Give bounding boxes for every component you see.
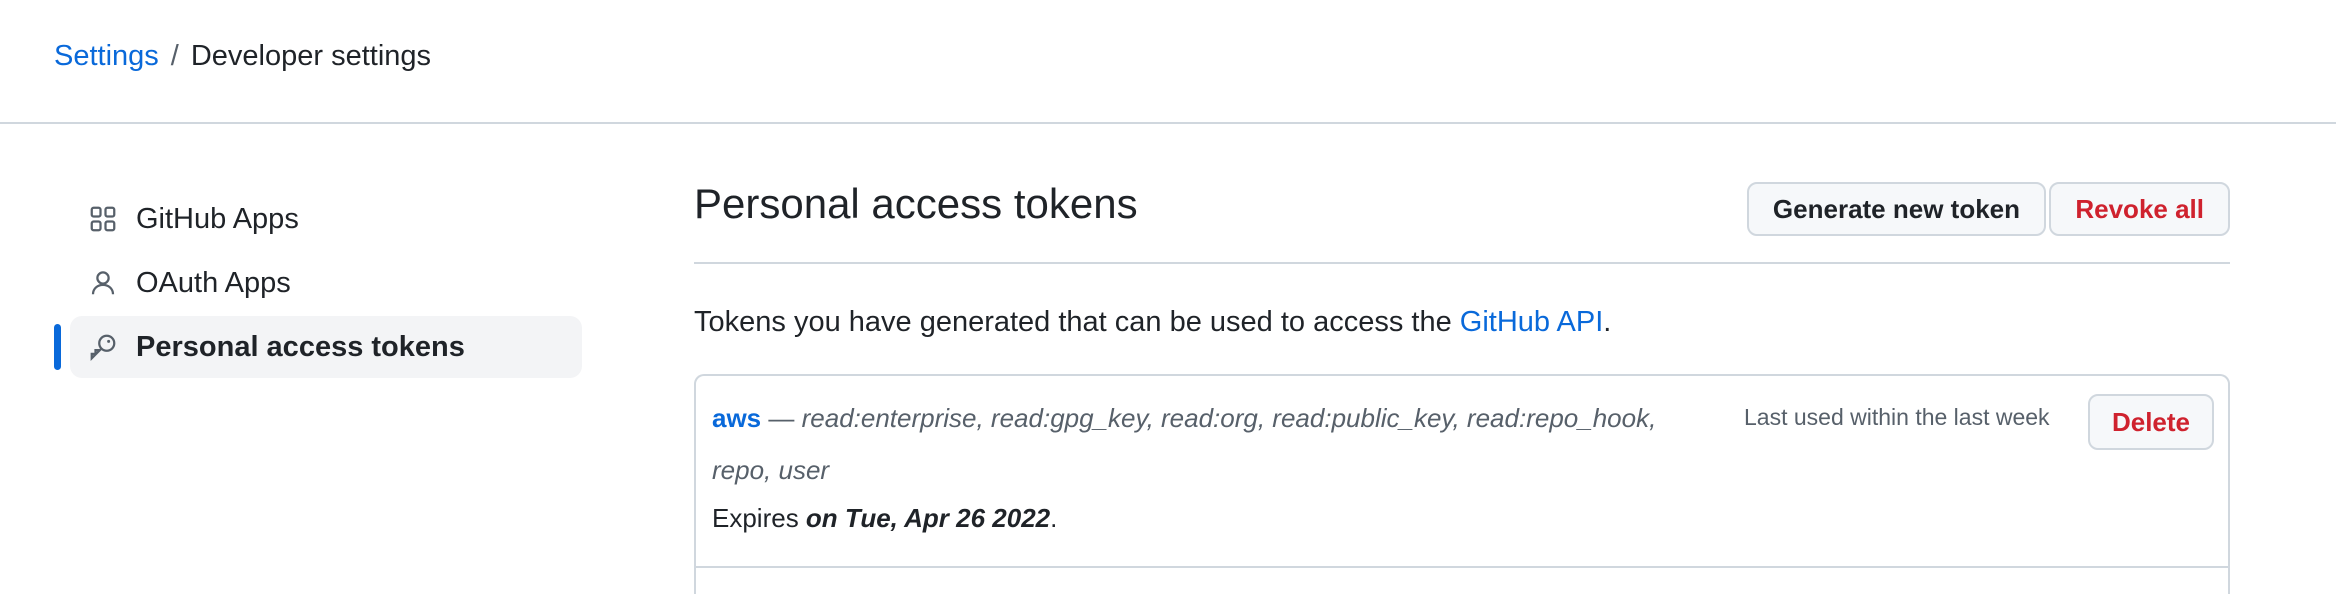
token-scopes: read:enterprise, read:gpg_key, read:org,… xyxy=(712,403,1657,485)
token-expiration: Expires on Tue, Apr 26 2022. xyxy=(712,498,1057,538)
expires-prefix: Expires xyxy=(712,503,806,533)
key-icon xyxy=(88,332,118,362)
token-description: aws — read:enterprise, read:gpg_key, rea… xyxy=(712,392,1712,496)
sidebar-item-label: OAuth Apps xyxy=(136,266,291,299)
token-dash: — xyxy=(761,403,802,433)
token-name-link[interactable]: aws xyxy=(712,403,761,433)
sidebar-item-personal-access-tokens[interactable]: Personal access tokens xyxy=(54,316,582,378)
page-header: Personal access tokens Generate new toke… xyxy=(694,180,2230,264)
top-header: Settings / Developer settings xyxy=(0,0,2336,124)
sidebar: GitHub Apps OAuth Apps Personal access t… xyxy=(54,188,582,380)
breadcrumb-separator: / xyxy=(170,40,179,72)
generate-new-token-button[interactable]: Generate new token xyxy=(1746,182,2046,236)
breadcrumb-current: Developer settings xyxy=(190,40,432,72)
row-divider xyxy=(696,566,2228,568)
sidebar-item-label: GitHub Apps xyxy=(136,202,299,235)
expires-suffix: . xyxy=(1050,503,1058,533)
token-last-used: Last used within the last week xyxy=(1744,404,2050,430)
sidebar-item-github-apps[interactable]: GitHub Apps xyxy=(70,188,582,250)
person-icon xyxy=(88,268,118,298)
sidebar-item-label: Personal access tokens xyxy=(136,330,465,363)
sidebar-item-oauth-apps[interactable]: OAuth Apps xyxy=(70,252,582,314)
page-title: Personal access tokens xyxy=(694,180,1138,227)
intro-suffix: . xyxy=(1603,306,1612,338)
delete-token-button[interactable]: Delete xyxy=(2087,394,2214,450)
intro-prefix: Tokens you have generated that can be us… xyxy=(694,306,1460,338)
breadcrumb-settings-link[interactable]: Settings xyxy=(54,40,159,72)
breadcrumb: Settings / Developer settings xyxy=(54,36,431,76)
apps-grid-icon xyxy=(88,204,118,234)
active-indicator xyxy=(54,324,61,370)
token-list: aws — read:enterprise, read:gpg_key, rea… xyxy=(694,374,2230,594)
main-content: Personal access tokens Generate new toke… xyxy=(694,180,2230,594)
revoke-all-button[interactable]: Revoke all xyxy=(2049,182,2230,236)
github-api-link[interactable]: GitHub API xyxy=(1460,306,1603,338)
intro-text: Tokens you have generated that can be us… xyxy=(694,302,2230,342)
expires-value: on Tue, Apr 26 2022 xyxy=(805,503,1051,533)
